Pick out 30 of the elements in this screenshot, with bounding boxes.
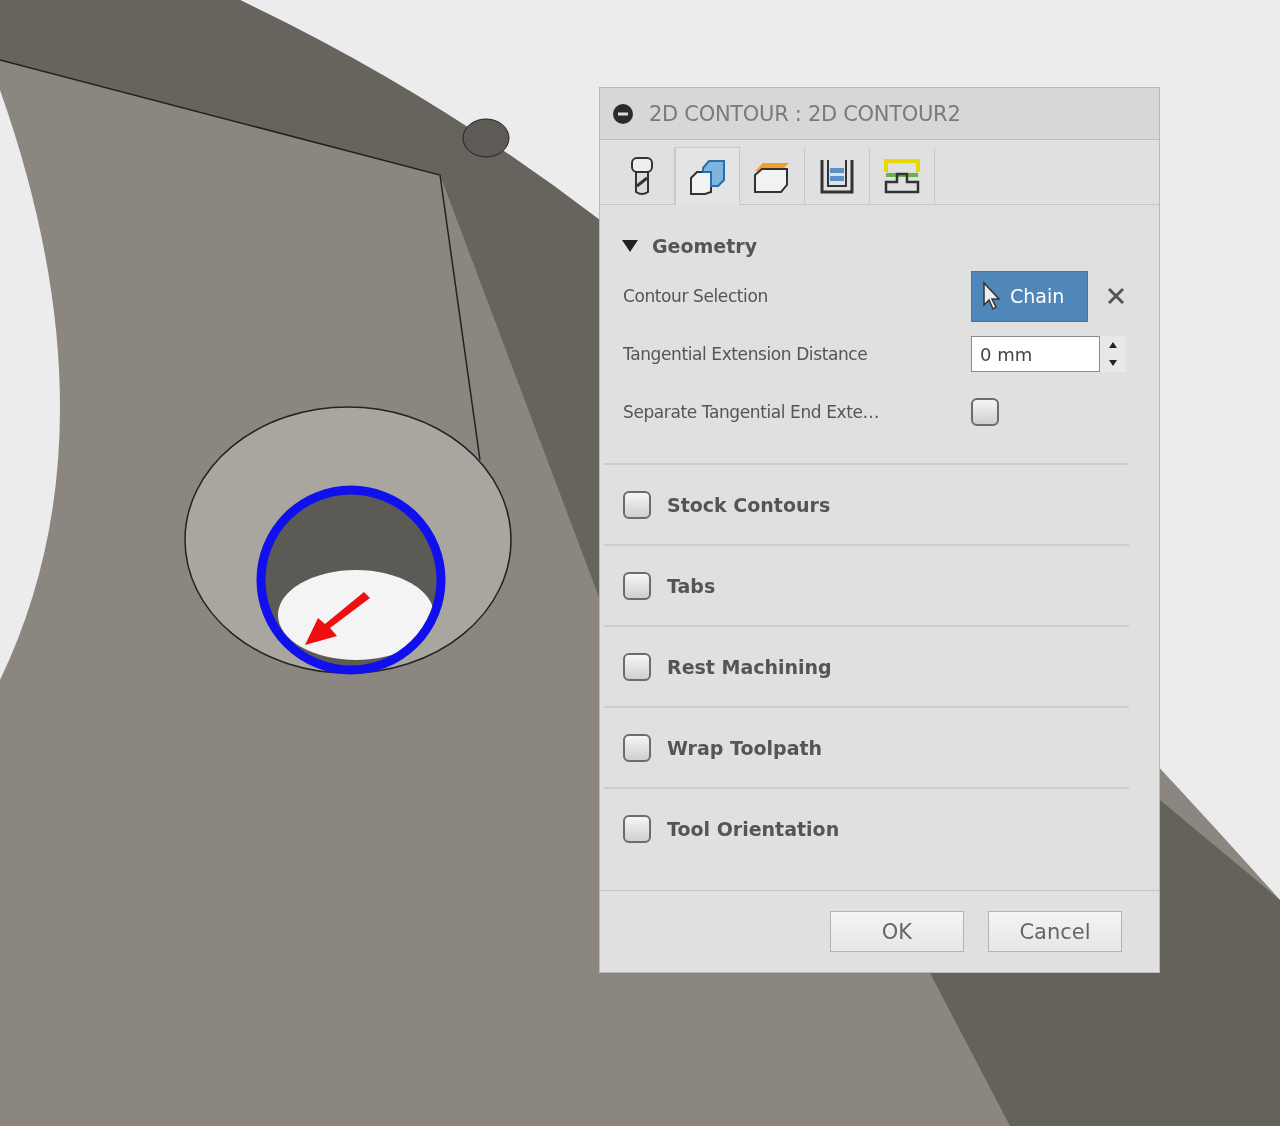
dialog-tab[interactable] bbox=[675, 147, 740, 205]
group-label: Wrap Toolpath bbox=[667, 736, 823, 759]
end-mill-icon bbox=[629, 156, 655, 196]
group-label: Tool Orientation bbox=[667, 817, 840, 840]
geometry-box-icon bbox=[688, 157, 727, 196]
checkbox[interactable] bbox=[623, 490, 651, 519]
spinner-arrows[interactable] bbox=[1100, 336, 1126, 372]
checkbox[interactable] bbox=[971, 398, 999, 426]
group-label: Tabs bbox=[667, 574, 716, 597]
field-label: Tangential Extension Distance bbox=[623, 344, 869, 364]
passes-icon bbox=[819, 158, 855, 194]
dialog-title: 2D CONTOUR : 2D CONTOUR2 bbox=[649, 101, 961, 126]
field-label: Contour Selection bbox=[623, 286, 769, 306]
group-label: Stock Contours bbox=[667, 493, 831, 516]
section-header[interactable]: Geometry bbox=[604, 205, 1129, 267]
distance-input[interactable]: 0 mm bbox=[971, 336, 1100, 372]
cursor-arrow-icon bbox=[982, 281, 1002, 311]
collapse-icon[interactable] bbox=[613, 103, 633, 124]
linking-icon bbox=[883, 158, 921, 194]
field-label: Separate Tangential End Exte… bbox=[623, 402, 881, 422]
checkbox[interactable] bbox=[623, 733, 651, 762]
caret-icon bbox=[622, 240, 638, 252]
dialog-button[interactable]: OK bbox=[830, 911, 964, 952]
checkbox[interactable] bbox=[623, 571, 651, 600]
dialog-button[interactable]: Cancel bbox=[988, 911, 1122, 952]
chain-select-button[interactable]: Chain bbox=[971, 270, 1088, 322]
direction-arrow bbox=[305, 592, 370, 645]
group-label: Rest Machining bbox=[667, 655, 832, 678]
checkbox[interactable] bbox=[623, 652, 651, 681]
checkbox[interactable] bbox=[623, 814, 651, 843]
